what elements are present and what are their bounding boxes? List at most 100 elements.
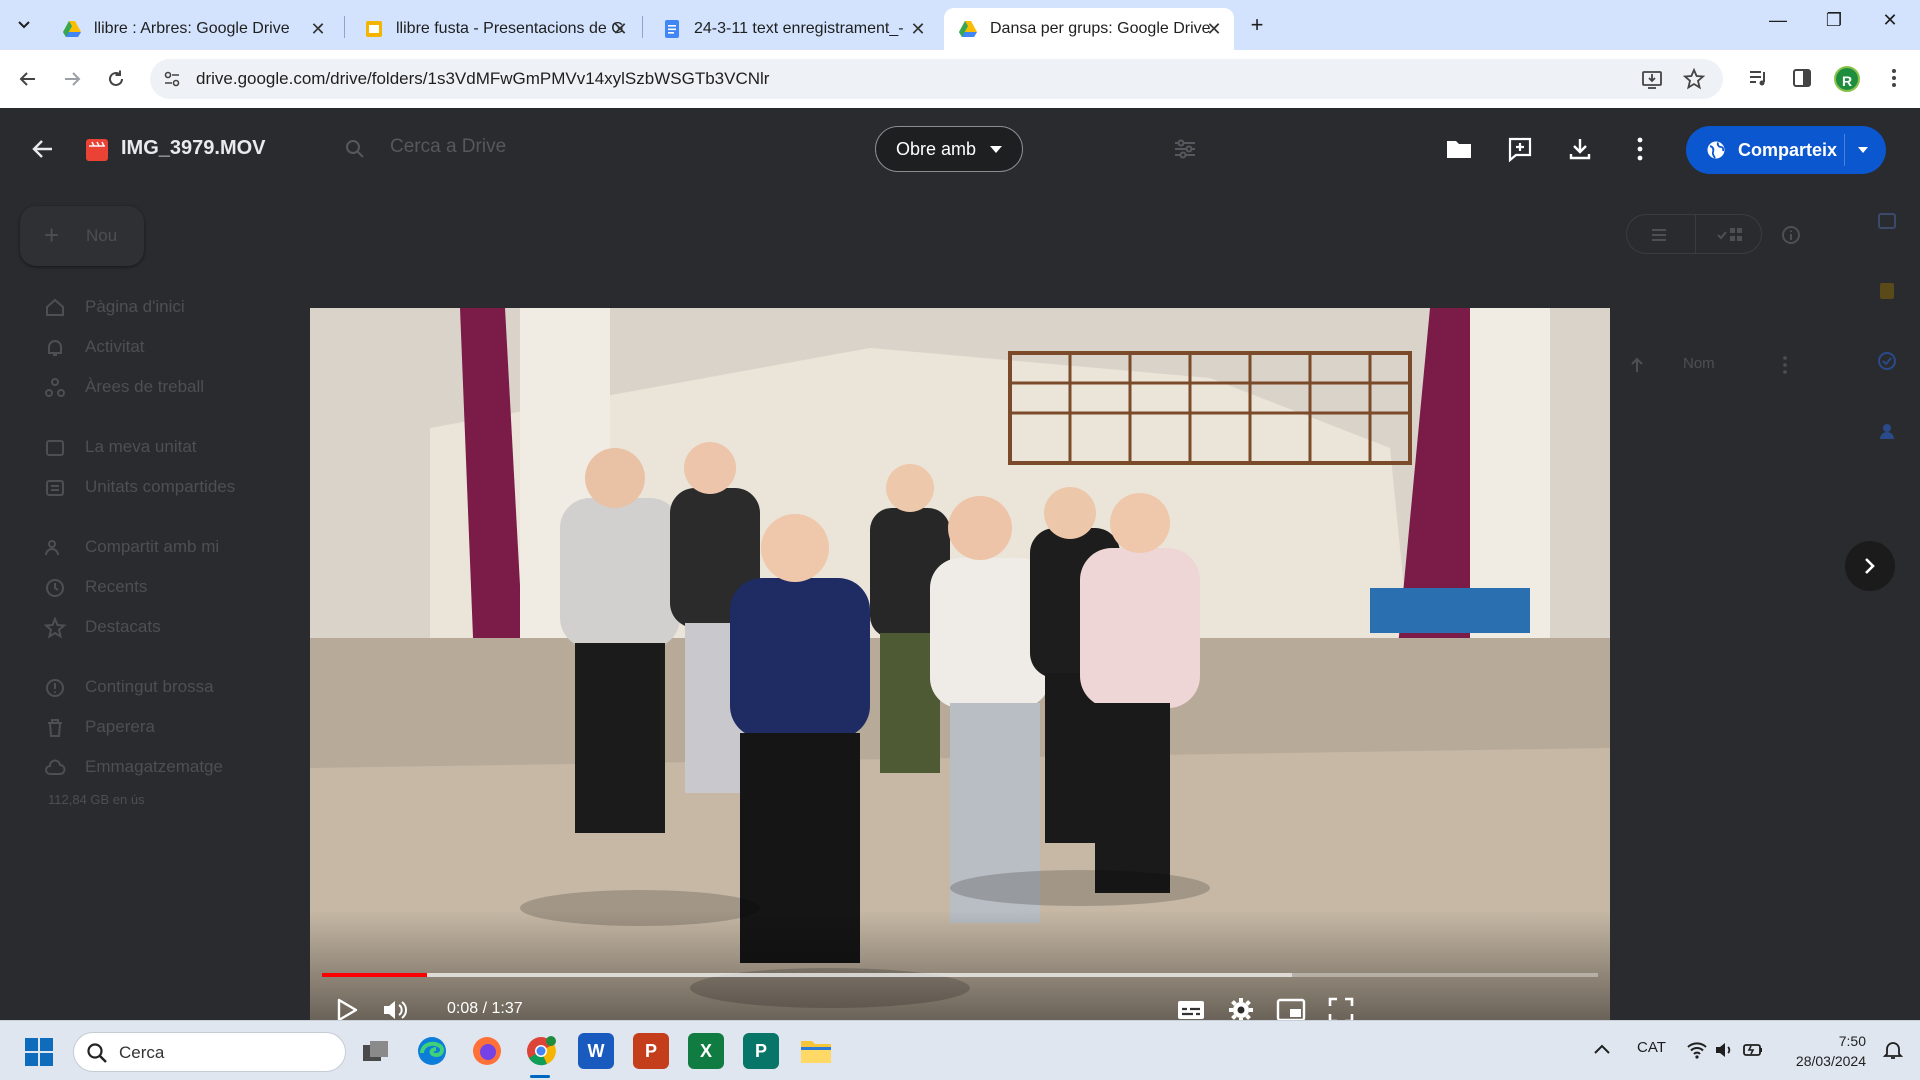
video-buffer-fill	[322, 973, 1292, 977]
sidebar-item-starred[interactable]: Destacats	[85, 617, 161, 637]
viewer-top-bar: IMG_3979.MOV Cerca a Drive Obre amb Comp…	[0, 108, 1920, 190]
close-icon[interactable]: ✕	[610, 19, 630, 39]
media-controls-icon[interactable]	[1744, 64, 1772, 92]
address-bar[interactable]: drive.google.com/drive/folders/1s3VdMFwG…	[150, 59, 1723, 99]
my-drive-icon	[46, 440, 64, 456]
word-icon[interactable]: W	[578, 1033, 614, 1069]
more-vert-icon[interactable]	[1774, 354, 1796, 376]
sidebar-item-storage[interactable]: Emmagatzematge	[85, 757, 223, 777]
close-window-button[interactable]: ✕	[1870, 10, 1910, 31]
globe-icon	[1707, 141, 1725, 159]
publisher-icon[interactable]: P	[743, 1033, 779, 1069]
powerpoint-icon[interactable]: P	[633, 1033, 669, 1069]
chrome-icon[interactable]	[523, 1033, 559, 1069]
new-button-label: Nou	[86, 226, 118, 245]
sidebar-item-trash[interactable]: Paperera	[85, 717, 155, 737]
taskbar-search[interactable]: Cerca	[73, 1032, 346, 1072]
windows-taskbar: Cerca W P X P CAT 7:50 28/03/2024	[0, 1020, 1920, 1080]
sidebar-item-workspaces[interactable]: Àrees de treball	[85, 377, 204, 397]
system-clock[interactable]: 7:50 28/03/2024	[1770, 1031, 1866, 1071]
caret-down-icon	[990, 145, 1003, 153]
sort-by-name[interactable]: Nom	[1683, 355, 1715, 372]
url-text: drive.google.com/drive/folders/1s3VdMFwG…	[196, 69, 770, 88]
forward-button[interactable]	[56, 63, 88, 95]
install-app-icon[interactable]	[1640, 67, 1664, 91]
info-icon[interactable]	[1780, 224, 1802, 246]
tab-title: llibre fusta - Presentacions de G	[396, 20, 624, 37]
arrow-left-icon[interactable]	[30, 136, 56, 162]
caret-down-icon[interactable]	[1858, 147, 1868, 153]
folder-icon[interactable]	[1444, 134, 1474, 164]
contacts-addon-icon[interactable]	[1876, 420, 1898, 442]
play-icon	[337, 998, 358, 1022]
tab-separator	[642, 16, 643, 38]
notification-bell-icon[interactable]	[1882, 1039, 1904, 1061]
share-split-divider	[1844, 134, 1845, 166]
windows-start-icon[interactable]	[24, 1037, 54, 1067]
share-button[interactable]: Comparteix	[1686, 126, 1886, 174]
sort-arrow-up-icon[interactable]	[1626, 354, 1648, 376]
task-view-icon[interactable]	[358, 1033, 394, 1069]
arrow-left-icon	[19, 72, 35, 86]
video-progress-bar[interactable]	[322, 973, 1598, 977]
chevron-down-icon	[18, 21, 30, 29]
close-icon[interactable]: ✕	[908, 19, 928, 39]
workspaces-icon	[45, 378, 65, 397]
sidebar-item-activity[interactable]: Activitat	[85, 337, 145, 357]
more-menu-icon[interactable]	[1880, 64, 1908, 92]
keep-addon-icon[interactable]	[1876, 280, 1898, 302]
sidebar-item-shared-with-me[interactable]: Compartit amb mi	[85, 537, 219, 557]
sidebar-item-shared-drives[interactable]: Unitats compartides	[85, 477, 235, 497]
back-button[interactable]	[12, 63, 44, 95]
profile-avatar[interactable]: R	[1834, 66, 1860, 92]
sidebar-item-my-drive[interactable]: La meva unitat	[85, 437, 197, 457]
sidebar-item-spam[interactable]: Contingut brossa	[85, 677, 214, 697]
video-played-fill	[322, 973, 427, 977]
view-toggle[interactable]	[1626, 214, 1762, 254]
close-icon[interactable]: ✕	[308, 19, 328, 39]
close-icon[interactable]: ✕	[1204, 19, 1224, 39]
tab-text-enregistrament[interactable]: 24-3-11 text enregistrament_- ✕	[648, 8, 938, 50]
tab-llibre-arbres[interactable]: llibre : Arbres: Google Drive ✕	[48, 8, 338, 50]
speaker-icon[interactable]	[1714, 1039, 1736, 1061]
picture-in-picture-icon	[1276, 998, 1306, 1022]
spam-icon	[46, 679, 64, 697]
firefox-icon[interactable]	[469, 1033, 505, 1069]
active-app-indicator	[530, 1075, 550, 1078]
new-button[interactable]: + Nou	[20, 206, 144, 266]
side-panel-icon[interactable]	[1788, 64, 1816, 92]
video-player[interactable]: 0:08 / 1:37	[310, 308, 1610, 1040]
people-icon	[45, 540, 59, 556]
sidebar-item-home[interactable]: Pàgina d'inici	[85, 297, 185, 317]
excel-icon[interactable]: X	[688, 1033, 724, 1069]
battery-icon[interactable]	[1742, 1039, 1764, 1061]
sidebar-item-recent[interactable]: Recents	[85, 577, 147, 597]
wifi-icon[interactable]	[1686, 1039, 1708, 1061]
file-explorer-icon[interactable]	[798, 1033, 834, 1069]
reload-button[interactable]	[100, 63, 132, 95]
edge-browser-icon[interactable]	[414, 1033, 450, 1069]
more-actions-icon[interactable]	[1625, 134, 1655, 164]
add-comment-icon[interactable]	[1505, 134, 1535, 164]
share-label: Comparteix	[1738, 140, 1838, 160]
minimize-button[interactable]: —	[1758, 10, 1798, 31]
language-indicator[interactable]: CAT	[1637, 1039, 1666, 1056]
tab-llibre-fusta[interactable]: llibre fusta - Presentacions de G ✕	[350, 8, 640, 50]
tab-title: 24-3-11 text enregistrament_-	[694, 20, 904, 37]
chevron-up-icon[interactable]	[1591, 1039, 1613, 1061]
grid-view-icon	[1717, 228, 1742, 241]
next-file-button[interactable]	[1845, 541, 1895, 591]
site-info-icon[interactable]	[162, 69, 182, 89]
restore-button[interactable]: ❐	[1814, 10, 1854, 31]
open-with-button[interactable]: Obre amb	[875, 126, 1023, 172]
file-name: IMG_3979.MOV	[121, 137, 266, 159]
google-drive-icon	[959, 21, 977, 37]
tasks-addon-icon[interactable]	[1876, 350, 1898, 372]
tab-dansa-per-grups[interactable]: Dansa per grups: Google Drive ✕	[944, 8, 1234, 50]
drive-search-placeholder[interactable]: Cerca a Drive	[390, 136, 506, 158]
calendar-addon-icon[interactable]	[1876, 210, 1898, 232]
tab-search-button[interactable]	[10, 11, 38, 39]
download-icon[interactable]	[1565, 134, 1595, 164]
bookmark-star-icon[interactable]	[1682, 67, 1706, 91]
new-tab-button[interactable]: +	[1243, 12, 1271, 40]
